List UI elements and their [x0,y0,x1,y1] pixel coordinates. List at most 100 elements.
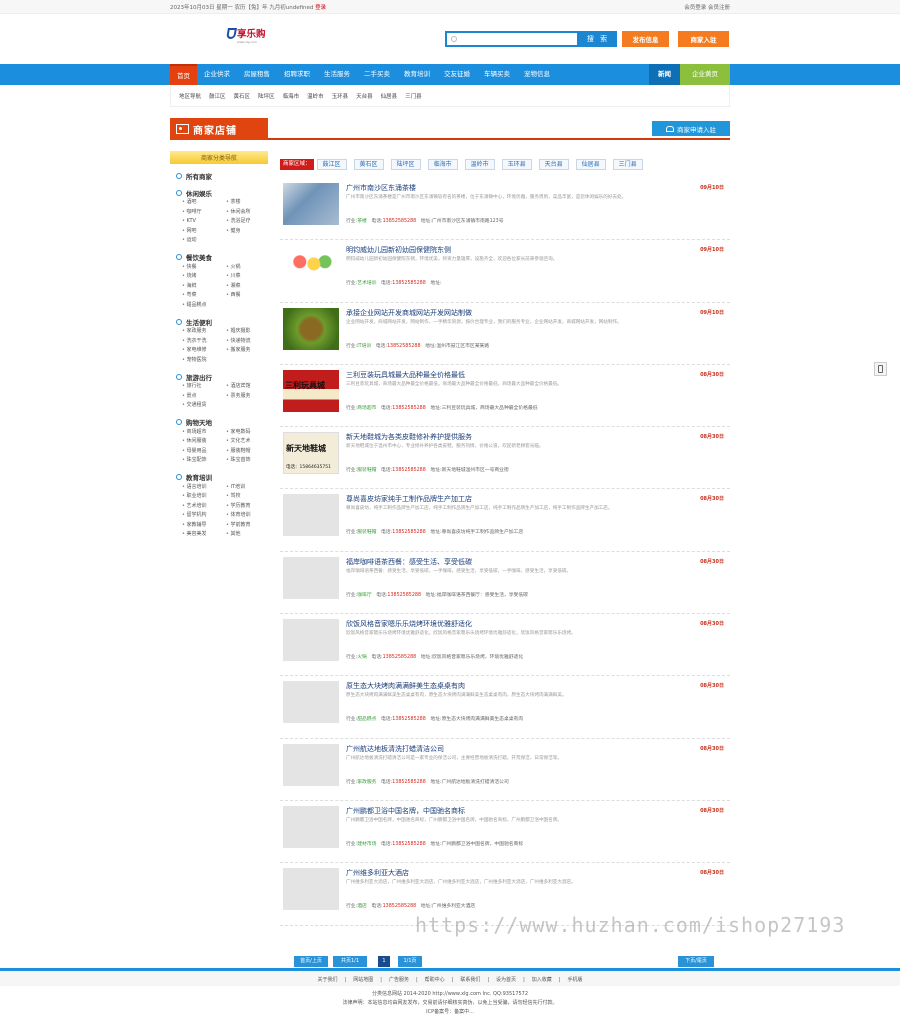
shop-industry[interactable]: IT培训 [357,344,371,349]
category-item[interactable]: 快递物流 [226,337,270,347]
region-option[interactable]: 天台县 [538,158,569,170]
shop-title-link[interactable]: 广州市南沙区东涌茶楼 [346,183,416,193]
footer-link[interactable]: 设为首页 [496,977,516,983]
category-item[interactable]: 学历教育 [226,502,270,512]
current-page-button[interactable]: 1 [378,956,390,967]
region-option[interactable]: 黄石区 [353,158,384,170]
region-option[interactable]: 三门县 [612,158,643,170]
category-item[interactable]: 家电维修 [182,346,226,356]
shop-industry[interactable]: 商场超市 [357,406,376,411]
nav-item[interactable]: 招聘求职 [277,64,317,85]
site-logo[interactable]: 享乐购 www.xlg.com [226,26,266,44]
category-title[interactable]: 休闲娱乐 [176,187,268,198]
category-item[interactable]: 其他 [226,530,270,540]
category-item[interactable]: 美容美发 [182,530,226,540]
category-item[interactable]: 咖啡厅 [182,208,226,218]
category-item[interactable]: 休闲会所 [226,208,270,218]
shop-thumbnail[interactable] [283,868,339,911]
footer-link[interactable]: 加入收藏 [532,977,552,983]
category-item[interactable]: KTV [182,217,226,227]
nav-item[interactable]: 交友征婚 [437,64,477,85]
subnav-item[interactable]: 仙居县 [381,92,398,100]
category-item[interactable]: IT培训 [226,483,270,493]
shop-title-link[interactable]: 福岸咖啡语茶西餐：感受生活、享受低碳 [346,557,472,567]
category-item[interactable]: 湘菜 [226,282,270,292]
nav-item[interactable]: 生活服务 [317,64,357,85]
nav-yellow-pages[interactable]: 企业黄页 [680,64,730,85]
category-item[interactable]: 家教辅导 [182,521,226,531]
category-item[interactable]: 学前教育 [226,521,270,531]
search-button[interactable]: 搜 索 [579,31,617,47]
shop-thumbnail[interactable]: 三利玩具城 [283,369,339,412]
category-item[interactable]: 网吧 [182,227,226,237]
shop-title-link[interactable]: 承接企业网站开发商城网站开发网站制做 [346,308,472,318]
nav-item[interactable]: 首页 [170,64,197,85]
shop-thumbnail[interactable] [283,743,339,786]
category-item[interactable]: 运动 [182,236,226,246]
category-item[interactable]: 健身 [226,227,270,237]
category-title[interactable]: 购物天地 [176,417,268,428]
category-title[interactable]: 教育培训 [176,472,268,483]
nav-item[interactable]: 宠物信息 [517,64,557,85]
footer-link[interactable]: 帮助中心 [425,977,445,983]
shop-title-link[interactable]: 原生态大块烤肉满满鲜美生态桌桌有肉 [346,681,465,691]
footer-link[interactable]: 关于我们 [318,977,338,983]
subnav-item[interactable]: 温岭市 [307,92,324,100]
category-title[interactable]: 餐饮美食 [176,252,268,263]
footer-link[interactable]: 手机版 [567,977,582,983]
region-option[interactable]: 陆坪区 [390,158,421,170]
shop-industry[interactable]: 咖啡厅 [357,593,371,598]
shop-title-link[interactable]: 尊尚喜皮坊家纯手工制作品牌生产加工店 [346,494,472,504]
shop-thumbnail[interactable] [283,805,339,848]
shop-thumbnail[interactable] [283,245,339,288]
member-register-link[interactable]: 会员注册 [708,5,730,11]
nav-item[interactable]: 房屋租售 [237,64,277,85]
category-item[interactable]: 珠宝配饰 [182,456,226,466]
post-info-button[interactable]: 发布信息 [622,31,669,47]
category-item[interactable]: 旅行社 [182,382,226,392]
region-option[interactable]: 温岭市 [464,158,495,170]
subnav-item[interactable]: 陆坪区 [258,92,275,100]
category-item[interactable]: 语言培训 [182,483,226,493]
category-item[interactable]: 家电数码 [226,428,270,438]
subnav-item[interactable]: 鼓江区 [209,92,226,100]
shop-industry[interactable]: 甜品糕点 [357,717,376,722]
category-item[interactable]: 票务服务 [226,392,270,402]
shop-title-link[interactable]: 明钧威幼儿园新初幼园保健院东侧 [346,245,451,255]
category-item[interactable]: 搬家服务 [226,346,270,356]
subnav-item[interactable]: 三门县 [405,92,422,100]
nav-item[interactable]: 二手买卖 [357,64,397,85]
nav-item[interactable]: 车辆买卖 [477,64,517,85]
region-option[interactable]: 玉环县 [501,158,532,170]
member-login-link[interactable]: 会员登录 [684,5,706,11]
category-item[interactable]: 文化艺术 [226,437,270,447]
footer-link[interactable]: 广告服务 [389,977,409,983]
footer-link[interactable]: 网站地图 [353,977,373,983]
shop-industry[interactable]: 家政服务 [357,780,376,785]
category-title[interactable]: 所有商家 [176,170,268,181]
subnav-item[interactable]: 黄石区 [234,92,251,100]
topbar-login-link[interactable]: 登录 [315,5,326,11]
category-item[interactable]: 商场超市 [182,428,226,438]
shop-thumbnail[interactable] [283,556,339,599]
category-item[interactable]: 火锅 [226,263,270,273]
shop-thumbnail[interactable] [283,183,339,225]
category-item[interactable]: 婚庆摄影 [226,327,270,337]
shop-title-link[interactable]: 新天地鞋城为各类皮鞋修补养护提供服务 [346,432,472,442]
shop-thumbnail[interactable]: 新天地鞋城 电话：15864635751 [283,432,339,475]
category-item[interactable]: 酒吧 [182,198,226,208]
category-item[interactable]: 休闲服装 [182,437,226,447]
nav-item[interactable]: 企业供求 [197,64,237,85]
mobile-float-button[interactable] [874,362,887,376]
shop-thumbnail[interactable] [283,681,339,724]
subnav-item[interactable]: 地区导航 [179,92,201,100]
region-option[interactable]: 临海市 [427,158,458,170]
category-item[interactable]: 交通租赁 [182,401,226,411]
apply-merchant-button[interactable]: 商家申请入驻 [652,121,730,136]
merchant-join-button[interactable]: 商家入驻 [678,31,729,47]
nav-item[interactable]: 教育培训 [397,64,437,85]
subnav-item[interactable]: 临海市 [283,92,300,100]
next-last-button[interactable]: 下页/尾页 [678,956,714,967]
shop-title-link[interactable]: 广州鹏都卫浴中国名牌，中国驰名商标 [346,806,465,816]
shop-industry[interactable]: 艺术培训 [357,281,376,286]
